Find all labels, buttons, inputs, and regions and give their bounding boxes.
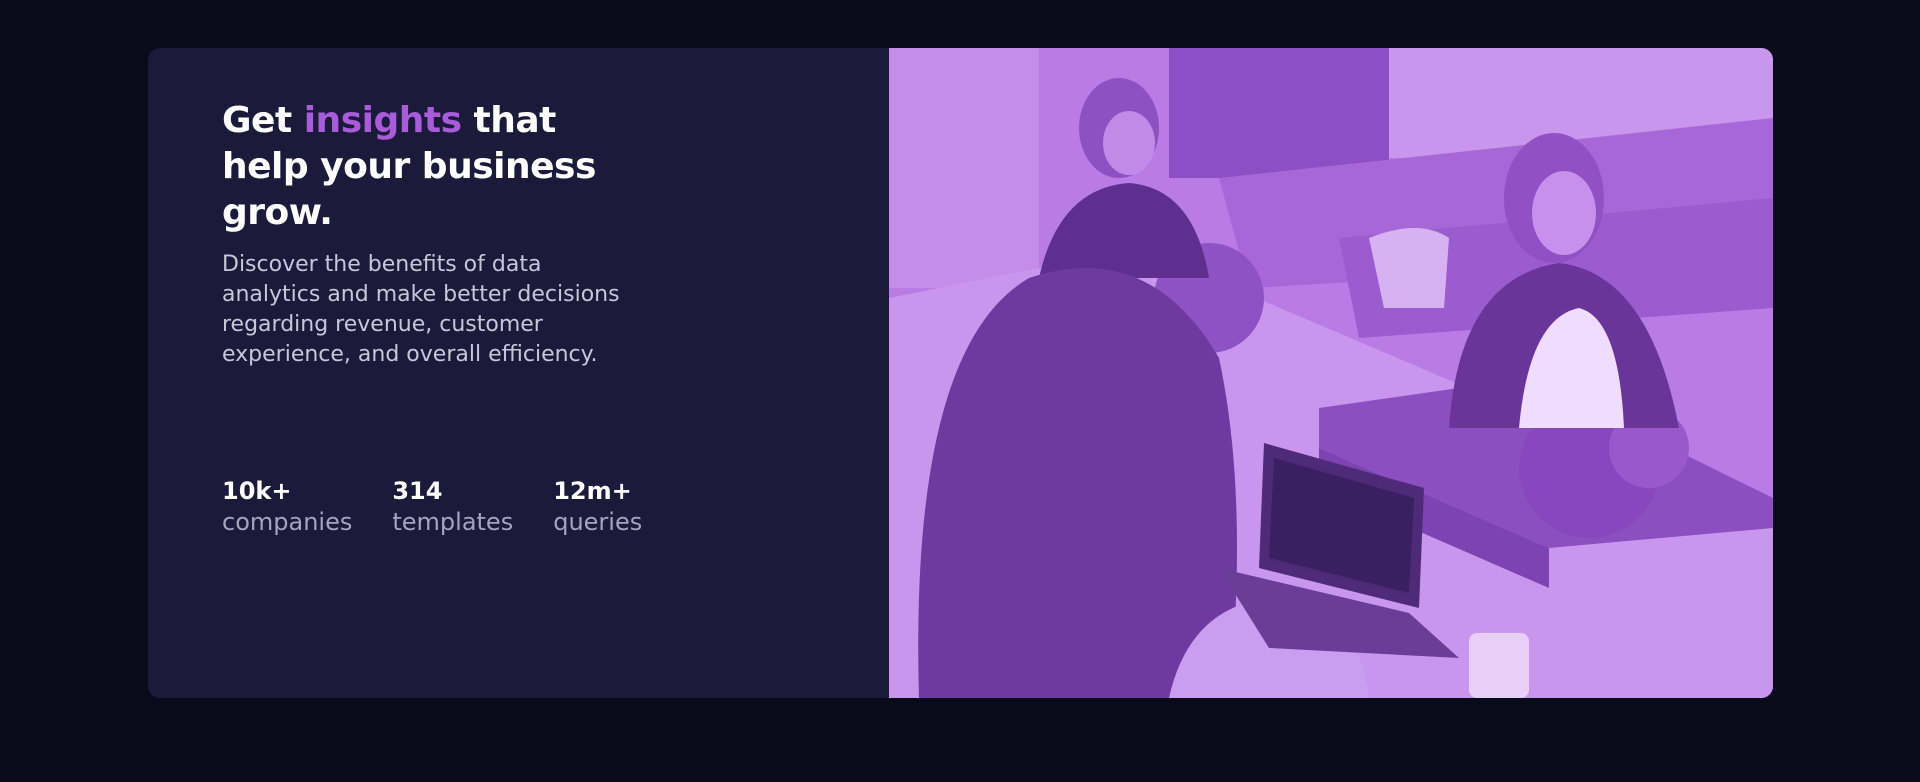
- office-photo-illustration: [889, 48, 1773, 698]
- hero-headline: Get insights that help your business gro…: [222, 98, 642, 236]
- headline-accent-word: insights: [303, 100, 462, 141]
- stats-row: 10k+ companies 314 templates 12m+ querie…: [222, 476, 682, 538]
- stat-queries: 12m+ queries: [553, 476, 642, 538]
- hero-text-panel: Get insights that help your business gro…: [148, 48, 889, 698]
- stat-label: templates: [392, 508, 514, 536]
- hero-card: Get insights that help your business gro…: [148, 48, 1773, 698]
- stat-value: 314: [392, 477, 443, 505]
- headline-text-start: Get: [222, 100, 304, 141]
- stat-value: 10k+: [222, 477, 292, 505]
- stat-companies: 10k+ companies: [222, 476, 352, 538]
- stat-templates: 314 templates: [392, 476, 513, 538]
- stat-value: 12m+: [553, 477, 632, 505]
- stat-label: queries: [553, 508, 643, 536]
- hero-description: Discover the benefits of data analytics …: [222, 252, 620, 367]
- stat-label: companies: [222, 508, 353, 536]
- office-team-photo: [889, 48, 1773, 698]
